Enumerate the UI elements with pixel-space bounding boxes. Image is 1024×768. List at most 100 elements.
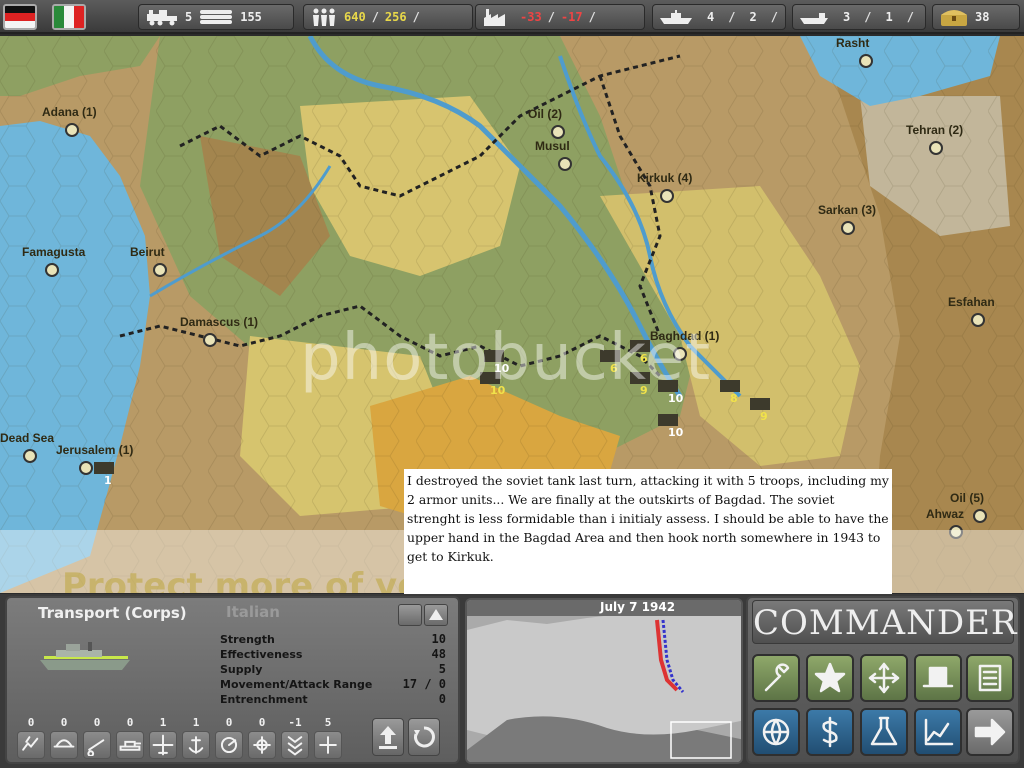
game-date: July 7 1942 [600,600,676,614]
germany-flag[interactable] [3,4,37,30]
city-label: Adana (1) [42,105,97,119]
italy-flag[interactable] [52,4,86,30]
unit-strength-label: 10 [490,384,506,397]
graph-button[interactable] [914,708,962,756]
strength-value: 5 [324,716,332,729]
manpower-separator: / [371,10,379,24]
minimap-canvas[interactable] [467,600,743,764]
strength-vs-radar: 0 [214,716,244,759]
dollar-button[interactable] [806,708,854,756]
unit-sprite [480,372,500,384]
strength-value: 0 [225,716,233,729]
locomotive-icon [147,10,177,26]
strength-vs-crosshair: 0 [247,716,277,759]
wrench-button[interactable] [752,654,800,702]
manpower-value: 640 [344,10,366,24]
city-marker-icon [859,54,873,68]
navy-separator: / [728,10,736,24]
reinforce-unit-button[interactable] [408,718,440,756]
manpower-tail: / [412,10,420,24]
infantry-icon [17,731,45,759]
transport-ship-portrait [40,642,130,670]
artillery-icon [83,731,111,759]
star-button[interactable] [806,654,854,702]
flask-button[interactable] [860,708,908,756]
strength-value: 0 [126,716,134,729]
navy-panel: 4 / 2 / [652,4,786,30]
top-hat-button[interactable] [914,654,962,702]
industry-panel: -33 / -17 / [475,4,645,30]
city-marker-icon [673,347,687,361]
production-oil-panel: 5 155 [138,4,294,30]
unit-strength-label: 10 [668,426,684,439]
stat-label: Entrenchment [220,693,308,706]
radar-icon [215,731,243,759]
unit-sprite [720,380,740,392]
industry-tail: / [588,10,596,24]
stat-entrenchment: Entrenchment 0 [220,692,446,707]
unit-title: Transport (Corps) [38,604,187,622]
top-hat-icon [922,666,954,688]
city-label: Beirut [130,245,165,259]
city-marker-icon [203,333,217,347]
unit-sprite [630,340,650,352]
manpower-max: 256 [384,10,407,24]
stat-label: Effectiveness [220,648,303,661]
unit-nation: Italian [226,603,280,621]
transport-ship-icon [800,13,828,24]
strength-vs-rank-chevrons: -1 [280,716,310,759]
anchor-icon [182,731,210,759]
manpower-panel: 640 / 256 / [303,4,473,30]
stat-label: Movement/Attack Range [220,678,373,691]
treasure-chest-icon [941,10,967,26]
stat-supply: Supply 5 [220,662,446,677]
stat-value: 17 / 0 [402,677,446,691]
city-marker-icon [558,157,572,171]
minimap[interactable] [465,598,743,764]
strength-value: 0 [27,716,35,729]
globe-button[interactable] [752,708,800,756]
navy-max: 2 [749,10,757,24]
strength-vs-infantry: 0 [16,716,46,759]
upgrade-unit-button[interactable] [372,718,404,756]
city-label: Oil (2) [528,107,562,121]
unit-stats: Strength 10 Effectiveness 48 Supply 5 Movement… [220,632,446,707]
unit-strength-label: 9 [760,410,768,423]
city-label: Esfahan [948,295,995,309]
report-list-button[interactable] [966,654,1014,702]
move-arrows-button[interactable] [860,654,908,702]
strength-vs-artillery: 0 [82,716,112,759]
industry-max: -17 [560,10,583,24]
unit-sprite [658,380,678,392]
strength-value: 0 [60,716,68,729]
next-unit-button[interactable] [424,604,448,626]
tank-icon [116,731,144,759]
city-marker-icon [949,525,963,539]
stat-movement-attack-range: Movement/Attack Range 17 / 0 [220,677,446,692]
wrench-icon [764,663,790,692]
report-list-icon [978,664,1002,692]
city-marker-icon [973,509,987,523]
aircraft-icon [149,731,177,759]
end-turn-arrow-icon [974,718,1006,746]
unit-sprite [94,462,114,474]
crosshair-icon [248,731,276,759]
end-turn-arrow-button[interactable] [966,708,1014,756]
treasury-panel: 38 [932,4,1020,30]
strength-vs-anchor: 1 [181,716,211,759]
city-label: Damascus (1) [180,315,258,329]
reinforce-cycle-icon [414,726,435,748]
stat-value: 5 [438,662,446,676]
strength-value: 1 [192,716,200,729]
transport-max: 1 [885,10,893,24]
city-label: Dead Sea [0,431,54,445]
transport-separator: / [864,10,872,24]
upgrade-icon [379,726,397,749]
unit-strength-label: 9 [640,384,648,397]
industry-separator: / [547,10,555,24]
transport-value: 3 [843,10,851,24]
move-arrows-icon [868,662,900,694]
strength-value: 0 [93,716,101,729]
city-marker-icon [79,461,93,475]
prev-unit-button[interactable] [398,604,422,626]
